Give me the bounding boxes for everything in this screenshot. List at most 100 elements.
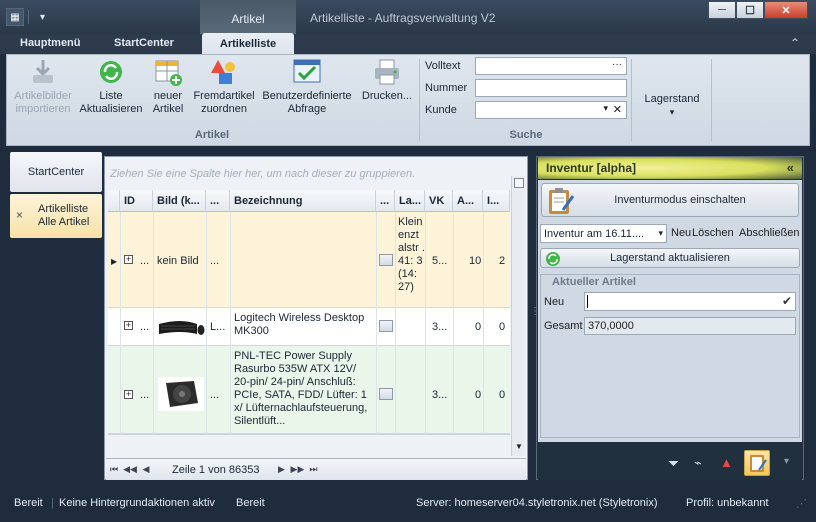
kunde-dropdown-icon[interactable]: ▾ — [603, 103, 608, 114]
gesamt-label: Gesamt — [544, 320, 583, 332]
grid-line — [483, 212, 484, 434]
ribbon-separator — [419, 59, 420, 141]
import-images-label: Artikelbilder importieren — [14, 90, 72, 115]
resize-grip-icon[interactable]: ⋰ — [796, 497, 807, 510]
volltext-ellipsis-button[interactable]: ··· — [612, 59, 622, 70]
update-stock-button[interactable]: Lagerstand aktualisieren — [540, 248, 800, 268]
minimize-button[interactable]: ─ — [708, 1, 736, 19]
sidebar-item-artikelliste[interactable]: × Artikelliste Alle Artikel — [10, 194, 102, 238]
cell-id: ... — [140, 389, 150, 401]
column-header-id[interactable]: ID — [120, 190, 153, 212]
lagerstand-dropdown-icon: ▾ — [669, 107, 675, 117]
shapes-icon[interactable]: ▲ — [720, 455, 733, 470]
ribbon: Artikelbilder importieren Liste Aktualis… — [6, 54, 810, 146]
column-header-lager[interactable]: La... — [395, 190, 425, 212]
nav-prev-page-icon[interactable]: ◀◀ — [122, 464, 138, 475]
cell-i: 0 — [499, 321, 506, 333]
lagerstand-button[interactable]: Lagerstand ▾ — [637, 93, 707, 119]
custom-query-button[interactable]: Benutzerdefinierte Abfrage — [259, 57, 355, 116]
checkmark-icon[interactable]: ✔ — [782, 294, 792, 308]
status-server: Server: homeserver04.styletronix.net (St… — [416, 497, 658, 509]
kunde-select[interactable]: ▾ ✕ — [475, 101, 627, 119]
inventory-mode-button[interactable]: Inventurmodus einschalten — [541, 183, 799, 217]
column-header-col5[interactable]: ... — [376, 190, 395, 212]
row-expand-icon[interactable]: + — [124, 321, 133, 330]
current-article-title: Aktueller Artikel — [550, 276, 638, 288]
inventur-title: Inventur [alpha] — [546, 161, 637, 175]
vertical-scrollbar[interactable]: ▲ ▼ — [511, 176, 525, 456]
grid-line — [376, 212, 377, 434]
sidebar-item-sublabel: Alle Artikel — [38, 216, 90, 228]
cell-i: 0 — [499, 389, 506, 401]
inventur-loeschen-link[interactable]: Löschen — [692, 227, 734, 239]
column-header-i[interactable]: I... — [483, 190, 510, 212]
new-article-button[interactable]: neuer Artikel — [147, 57, 189, 116]
memo-icon[interactable] — [379, 320, 393, 332]
close-button[interactable]: ✕ — [764, 1, 808, 19]
row-expand-icon[interactable]: + — [124, 390, 133, 399]
refresh-list-button[interactable]: Liste Aktualisieren — [77, 57, 145, 116]
update-stock-label: Lagerstand aktualisieren — [610, 252, 730, 264]
inventur-abschliessen-link[interactable]: Abschließen — [739, 227, 800, 239]
cell-i: 2 — [499, 255, 506, 267]
column-header-a[interactable]: A... — [453, 190, 483, 212]
ribbon-collapse-icon[interactable]: ⌃ — [790, 36, 800, 50]
clipboard-panel-button[interactable] — [744, 450, 770, 476]
status-divider: | — [51, 497, 54, 509]
inventur-select[interactable]: Inventur am 16.11.... ▾ — [540, 224, 667, 243]
volltext-input[interactable]: ··· — [475, 57, 627, 75]
kunde-label: Kunde — [425, 104, 457, 116]
column-header-bild[interactable]: Bild (k... — [153, 190, 206, 212]
context-tab-artikel: Artikel — [200, 0, 296, 34]
panel-collapse-icon[interactable]: « — [787, 160, 794, 175]
scan-icon[interactable]: ⌁ — [694, 455, 702, 471]
grid-line — [230, 212, 231, 434]
column-header-bezeichnung[interactable]: Bezeichnung — [230, 190, 376, 212]
neu-field-label: Neu — [544, 296, 565, 308]
import-images-button[interactable]: Artikelbilder importieren — [11, 57, 75, 116]
sidebar-item-startcenter[interactable]: StartCenter — [10, 152, 102, 192]
cell-a: 0 — [475, 321, 482, 333]
assign-foreign-article-label: Fremdartikel zuordnen — [193, 90, 255, 115]
filter-icon[interactable]: ⏷ — [668, 455, 679, 472]
maximize-button[interactable]: ☐ — [736, 1, 764, 19]
nav-next-icon[interactable]: ▶ — [273, 464, 289, 475]
lagerstand-label: Lagerstand — [644, 93, 700, 105]
status-profile: Profil: unbekannt — [686, 497, 769, 509]
clipboard-icon — [750, 455, 767, 472]
scroll-down-icon[interactable]: ▼ — [513, 442, 525, 454]
row-focus-indicator: ▶ — [111, 257, 118, 266]
nav-next-page-icon[interactable]: ▶▶ — [289, 464, 305, 475]
cell-id: ... — [140, 255, 150, 267]
horizontal-scrollbar[interactable] — [108, 434, 510, 456]
toolbar-overflow-icon[interactable]: ▾ — [784, 456, 789, 467]
memo-icon[interactable] — [379, 254, 393, 266]
column-header-vk[interactable]: VK — [425, 190, 453, 212]
tab-startcenter[interactable]: StartCenter — [114, 37, 174, 49]
tab-artikelliste[interactable]: Artikelliste — [202, 33, 294, 55]
column-chooser-icon[interactable] — [514, 178, 524, 188]
nummer-input[interactable] — [475, 79, 627, 97]
qat-customize-icon[interactable]: ▾ — [40, 12, 45, 23]
cell-vk: 3... — [432, 389, 448, 401]
print-button[interactable]: Drucken... — [357, 57, 417, 103]
close-icon[interactable]: × — [16, 208, 23, 222]
group-label-suche-text: Suche — [509, 129, 543, 141]
cell-bezeichnung: Logitech Wireless Desktop MK300 — [234, 312, 365, 337]
ribbon-separator — [631, 59, 632, 141]
row-expand-icon[interactable]: + — [124, 255, 133, 264]
inventur-neu-link[interactable]: Neu — [671, 227, 691, 239]
app-menu-icon[interactable]: ▦ — [6, 8, 24, 26]
memo-icon[interactable] — [379, 388, 393, 400]
nav-prev-icon[interactable]: ◀ — [138, 464, 154, 475]
refresh-list-icon — [96, 57, 126, 87]
neu-input[interactable]: ✔ — [584, 292, 796, 311]
nav-last-icon[interactable]: ⏭ — [305, 464, 321, 475]
nav-first-icon[interactable]: ⏮ — [106, 464, 122, 475]
refresh-list-label: Liste Aktualisieren — [79, 90, 143, 115]
column-header-col3[interactable]: ... — [206, 190, 230, 212]
tab-hauptmenue[interactable]: Hauptmenü — [20, 37, 81, 49]
assign-foreign-article-button[interactable]: Fremdartikel zuordnen — [191, 57, 257, 116]
import-images-icon — [28, 57, 58, 87]
kunde-clear-icon[interactable]: ✕ — [613, 103, 622, 116]
